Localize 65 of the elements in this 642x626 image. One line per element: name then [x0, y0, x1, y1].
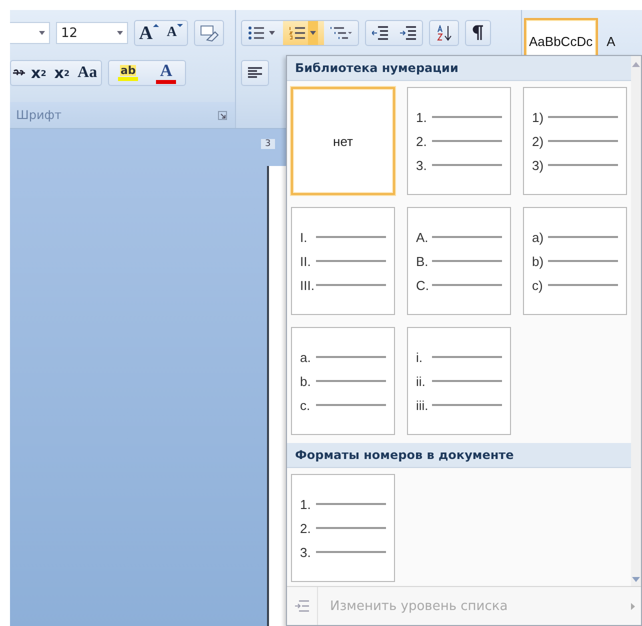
pilcrow-icon [472, 25, 484, 41]
increase-indent-icon [400, 26, 416, 40]
numbering-format-tile[interactable]: 1. 2. 3. [407, 87, 511, 195]
numbered-list-icon [289, 26, 305, 40]
numbering-format-tile[interactable]: A. B. C. [407, 207, 511, 315]
style-preview[interactable]: A [602, 18, 620, 58]
list-marker: a. [300, 350, 312, 364]
caret-icon [39, 31, 45, 35]
list-level-icon [295, 600, 309, 612]
list-marker: 1) [532, 110, 545, 124]
numbering-format-tile[interactable]: 1) 2) 3) [523, 87, 627, 195]
list-marker: III. [300, 278, 314, 292]
dialog-launcher-icon[interactable] [218, 110, 227, 120]
font-size-field[interactable]: 12 [56, 22, 128, 44]
section-header: Форматы номеров в документе [287, 443, 631, 468]
sort-icon [436, 25, 452, 41]
numbering-button[interactable] [283, 21, 324, 45]
numbering-format-tile[interactable]: I. II. III. [291, 207, 395, 315]
list-marker: I. [300, 230, 308, 244]
numbering-format-tile[interactable]: i. ii. iii. [407, 327, 511, 435]
style-preview[interactable]: AaBbCcDc [524, 18, 598, 58]
list-marker: 1. [300, 496, 312, 512]
list-marker: b. [300, 374, 312, 388]
shrink-font-button[interactable]: A [162, 21, 187, 45]
numbering-format-tile[interactable]: 1. 2. 3. [291, 474, 395, 582]
grow-font-button[interactable]: A [135, 21, 163, 45]
list-marker: i. [416, 350, 424, 364]
list-marker: 2) [532, 134, 545, 148]
list-marker: 2. [416, 134, 428, 148]
bulleted-list-icon [248, 26, 264, 40]
section-header: Библиотека нумерации [287, 56, 631, 81]
caret-icon [310, 31, 316, 35]
list-marker: ii. [416, 374, 426, 388]
align-left-icon [248, 67, 262, 79]
caret-icon [269, 31, 275, 35]
list-marker: iii. [416, 398, 430, 412]
font-color-button[interactable]: A [147, 61, 186, 85]
list-marker: c. [300, 398, 312, 412]
list-marker: b) [532, 254, 545, 268]
caret-icon [117, 31, 123, 35]
list-marker: 3. [300, 544, 312, 560]
list-marker: 3. [416, 158, 428, 172]
decrease-indent-icon [372, 26, 388, 40]
numbering-format-tile[interactable]: a) b) c) [523, 207, 627, 315]
case-button[interactable]: Aa [74, 61, 102, 85]
superscript-button[interactable]: x$^{2}$ [50, 61, 74, 85]
list-marker: A. [416, 230, 430, 244]
list-marker: a) [532, 230, 545, 244]
list-marker: 2. [300, 520, 312, 536]
numbering-format-tile[interactable]: нет [291, 87, 395, 195]
group-label: Шрифт [16, 108, 62, 122]
list-marker: 3) [532, 158, 545, 172]
list-marker: B. [416, 254, 430, 268]
list-marker: C. [416, 278, 430, 292]
menu-item-label: Изменить уровень списка [330, 598, 509, 614]
font-name-field[interactable] [10, 22, 50, 44]
list-marker: II. [300, 254, 312, 268]
submenu-arrow-icon [631, 602, 635, 610]
multilevel-list-icon [330, 26, 352, 40]
eraser-icon [198, 24, 219, 42]
ruler-number: 3 [261, 139, 275, 149]
highlight-button[interactable]: ab [109, 61, 148, 85]
numbering-format-tile[interactable]: a. b. c. [291, 327, 395, 435]
list-marker: 1. [416, 110, 428, 124]
list-marker: c) [532, 278, 544, 292]
